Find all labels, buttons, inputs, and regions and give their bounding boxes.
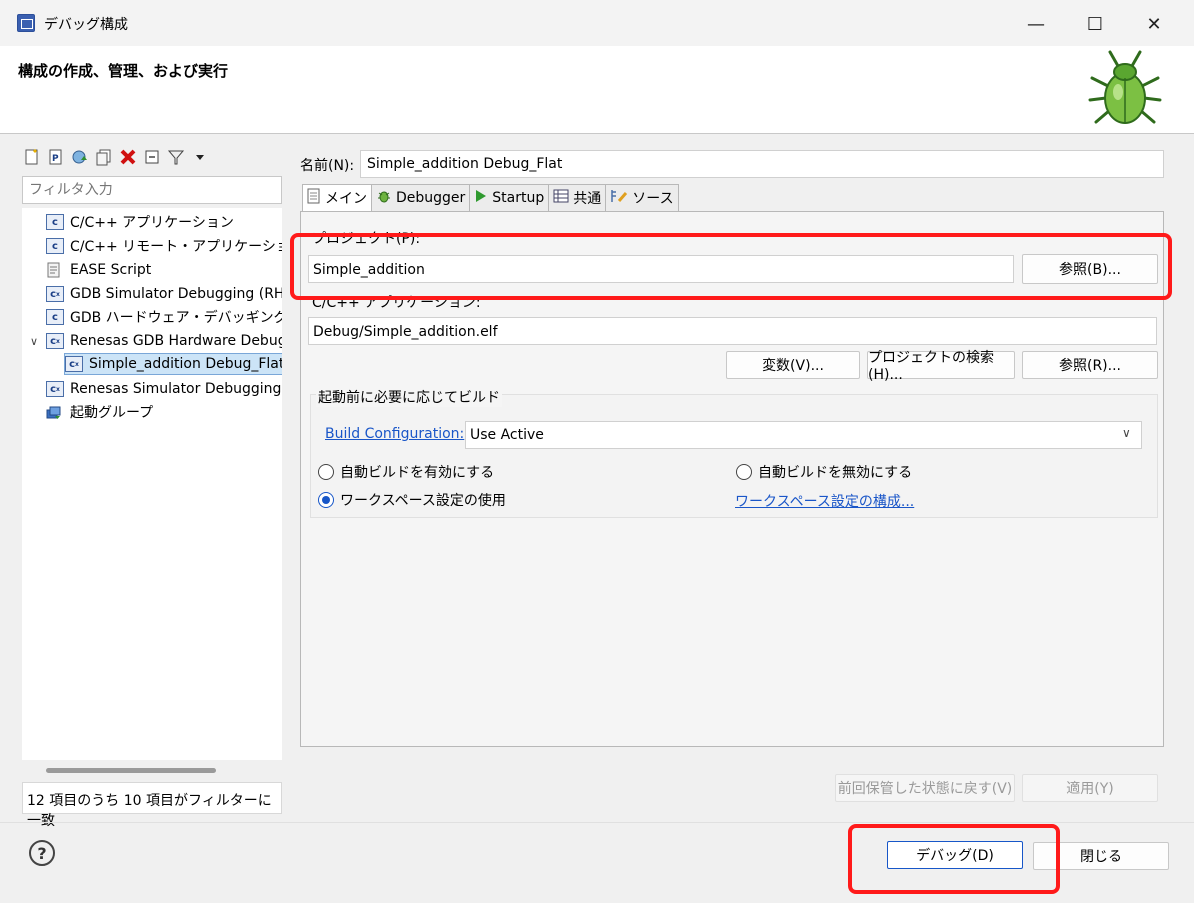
c-debug-icon: cx [46,333,64,349]
tree-item-gdb-simulator[interactable]: cx GDB Simulator Debugging (RH8 [46,283,282,305]
radio-disable-autobuild[interactable]: 自動ビルドを無効にする [736,462,912,482]
filter-icon[interactable] [166,147,186,167]
highlight-debug-box [848,824,1060,894]
collapse-all-icon[interactable] [142,147,162,167]
c-app-icon: c [46,238,64,254]
view-menu-chevron-icon[interactable] [190,147,210,167]
minimize-button[interactable]: — [1016,10,1056,38]
source-icon [610,188,628,208]
tree-item-simple-addition[interactable]: cx Simple_addition Debug_Flat [64,353,282,375]
tree-item-ease-script[interactable]: EASE Script [46,259,151,281]
tree-item-launch-group[interactable]: 起動グループ [46,401,153,423]
tree-item-renesas-gdb-hardware[interactable]: ∨ cx Renesas GDB Hardware Debugg [30,330,282,352]
revert-button[interactable]: 前回保管した状態に戻す(V) [835,774,1015,802]
tab-main[interactable]: メイン [302,184,372,212]
export-config-icon[interactable] [70,147,90,167]
bug-small-icon [376,188,392,208]
bug-icon [1088,50,1162,124]
c-app-icon: c [46,309,64,325]
config-tree: c C/C++ アプリケーション c C/C++ リモート・アプリケーション E… [22,208,282,760]
highlight-project-box [290,233,1172,300]
new-config-icon[interactable] [22,147,42,167]
table-icon [553,189,569,207]
name-field[interactable]: Simple_addition Debug_Flat [360,150,1164,178]
new-prototype-icon[interactable]: P [46,147,66,167]
help-icon[interactable]: ? [29,840,55,866]
header-title: 構成の作成、管理、および実行 [18,62,229,80]
app-icon [17,14,35,32]
maximize-button[interactable]: ☐ [1075,10,1115,38]
tree-item-cpp-application[interactable]: c C/C++ アプリケーション [46,211,234,233]
title-bar [0,0,1194,46]
expand-chevron-icon[interactable]: ∨ [30,335,44,348]
document-icon [307,188,321,208]
c-debug-icon: cx [46,286,64,302]
workspace-settings-link[interactable]: ワークスペース設定の構成... [735,491,914,511]
radio-button-checked[interactable] [318,492,334,508]
scrollbar-thumb[interactable] [46,768,216,773]
tab-startup[interactable]: Startup [470,184,550,212]
config-tabs: メイン Debugger Startup 共通 ソース [302,184,679,212]
application-field[interactable]: Debug/Simple_addition.elf [308,317,1157,345]
browse-application-button[interactable]: 参照(R)... [1022,351,1158,379]
variables-button[interactable]: 変数(V)... [726,351,860,379]
radio-enable-autobuild[interactable]: 自動ビルドを有効にする [318,462,494,482]
launch-group-icon [46,404,64,420]
build-configuration-select[interactable]: Use Active [465,421,1142,449]
radio-button[interactable] [736,464,752,480]
name-label: 名前(N): [300,158,355,174]
search-project-button[interactable]: プロジェクトの検索(H)... [867,350,1015,383]
filter-status: 12 項目のうち 10 項目がフィルターに一致 [22,782,282,829]
svg-text:P: P [52,154,59,164]
tree-item-gdb-hardware[interactable]: c GDB ハードウェア・デバッギング [46,306,282,328]
script-icon [46,262,64,278]
c-debug-icon: cx [65,356,83,372]
radio-workspace-settings[interactable]: ワークスペース設定の使用 [318,490,506,510]
build-group-title: 起動前に必要に応じてビルド [316,387,502,407]
tree-item-renesas-simulator[interactable]: cx Renesas Simulator Debugging ( [46,378,282,400]
window-title: デバッグ構成 [44,17,128,33]
filter-input[interactable] [22,176,282,204]
tree-item-cpp-remote-application[interactable]: c C/C++ リモート・アプリケーション [46,235,282,257]
c-debug-icon: cx [46,381,64,397]
apply-button[interactable]: 適用(Y) [1022,774,1158,802]
tab-debugger[interactable]: Debugger [372,184,471,212]
footer-divider [0,822,1194,823]
chevron-down-icon[interactable]: ∨ [1122,426,1131,440]
c-app-icon: c [46,214,64,230]
tab-source[interactable]: ソース [606,184,679,212]
duplicate-config-icon[interactable] [94,147,114,167]
build-configuration-link[interactable]: Build Configuration: [325,426,464,442]
tab-common[interactable]: 共通 [549,184,607,212]
delete-config-icon[interactable] [118,147,138,167]
radio-button[interactable] [318,464,334,480]
left-toolbar: P [22,146,210,168]
play-icon [474,189,488,207]
close-window-button[interactable]: ✕ [1134,10,1174,38]
